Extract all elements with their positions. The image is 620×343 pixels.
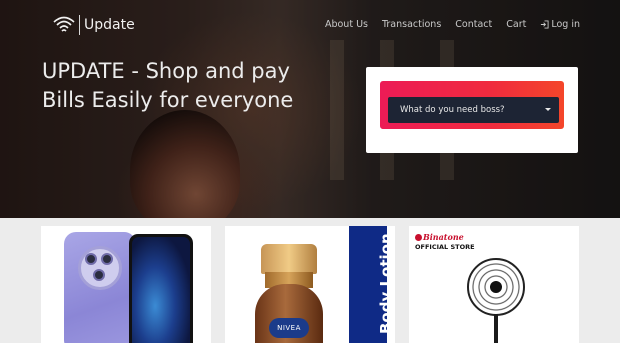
login-label: Log in: [551, 19, 580, 30]
nav-link-login[interactable]: Log in: [540, 19, 580, 30]
hero-headline: UPDATE - Shop and pay Bills Easily for e…: [42, 59, 294, 112]
camera-lens: [101, 253, 113, 265]
brand-divider: [79, 15, 80, 35]
nav-link-about-us[interactable]: About Us: [325, 19, 368, 30]
camera-lens: [93, 269, 105, 281]
lotion-label-text: Body Lotion: [377, 233, 395, 334]
service-select-placeholder: What do you need boss?: [400, 105, 505, 115]
product-card-phone[interactable]: [41, 226, 211, 343]
phone-screen: [132, 237, 190, 343]
product-card-body-lotion[interactable]: NIVEA Body Lotion: [225, 226, 395, 343]
top-navbar: Update About Us Transactions Contact Car…: [0, 0, 620, 50]
binatone-logo-mark: [415, 234, 422, 241]
bottle-cap: [261, 244, 317, 274]
binatone-logo: Binatone: [415, 232, 464, 242]
caret-down-icon: [545, 108, 551, 111]
nav-link-transactions[interactable]: Transactions: [382, 19, 441, 30]
camera-lens: [85, 253, 97, 265]
binatone-brand-text: Binatone: [423, 232, 464, 242]
phone-front-image: [129, 234, 193, 343]
nivea-logo: NIVEA: [269, 318, 309, 338]
brand-logo[interactable]: Update: [52, 14, 135, 36]
fan-pole: [494, 314, 498, 343]
fan-hub: [490, 281, 502, 293]
service-selector-panel: What do you need boss?: [366, 67, 578, 153]
nav-link-cart[interactable]: Cart: [506, 19, 526, 30]
nav-link-contact[interactable]: Contact: [455, 19, 492, 30]
official-store-label: OFFICIAL STORE: [415, 243, 475, 251]
camera-module: [78, 246, 122, 290]
service-selector-background: What do you need boss?: [380, 81, 564, 129]
login-icon: [541, 20, 549, 29]
service-select-dropdown[interactable]: What do you need boss?: [388, 97, 559, 123]
phone-back-image: [64, 232, 136, 343]
wifi-signal-icon: [53, 16, 75, 32]
nav-menu: About Us Transactions Contact Cart Log i…: [325, 19, 580, 30]
product-card-standing-fan[interactable]: Binatone OFFICIAL STORE: [409, 226, 579, 343]
brand-name: Update: [84, 17, 135, 33]
product-cards-row: NIVEA Body Lotion Binatone OFFICIAL STOR…: [0, 218, 620, 343]
